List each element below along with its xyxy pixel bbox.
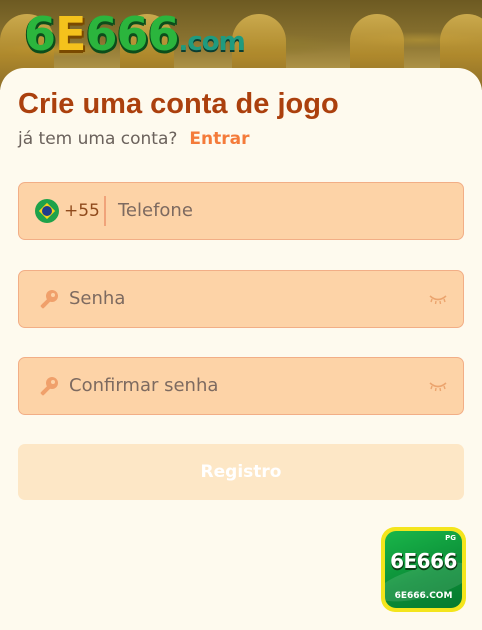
field-divider [104,196,106,226]
logo-suffix: .com [178,27,245,57]
phone-placeholder: Telefone [118,200,193,221]
password-placeholder: Senha [69,288,126,309]
site-logo: 6E666.com [24,6,246,62]
confirm-password-placeholder: Confirmar senha [69,375,219,396]
confirm-password-field[interactable]: Confirmar senha [18,357,464,415]
badge-url: 6E666.COM [394,591,453,601]
key-icon [40,290,58,309]
login-prompt: já tem uma conta? Entrar [18,129,250,149]
login-link[interactable]: Entrar [189,129,249,149]
key-icon [40,377,58,396]
register-button[interactable]: Registro [18,444,464,500]
badge-tag: PG [445,534,456,542]
logo-main: 6E666 [24,7,179,61]
eye-closed-icon[interactable] [429,378,447,394]
phone-field[interactable]: +55 Telefone [18,182,464,240]
badge-logo: 6E666 [390,549,457,573]
brazil-flag-icon[interactable] [35,199,59,223]
password-field[interactable]: Senha [18,270,464,328]
app-badge-inner: PG 6E666 6E666.COM [385,531,462,608]
page-title: Crie uma conta de jogo [18,88,339,120]
app-download-badge[interactable]: PG 6E666 6E666.COM [381,527,466,612]
country-code[interactable]: +55 [64,201,100,221]
login-prompt-text: já tem uma conta? [18,129,178,149]
eye-closed-icon[interactable] [429,291,447,307]
